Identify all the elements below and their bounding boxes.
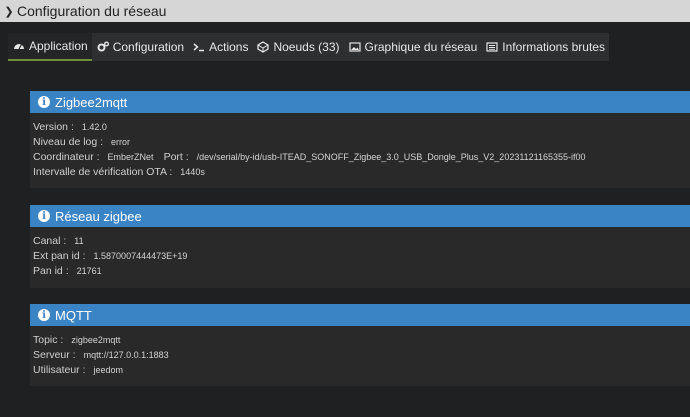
version-value: 1.42.0 xyxy=(81,121,107,132)
info-icon: i xyxy=(38,309,50,321)
dashboard-icon xyxy=(12,39,26,53)
tab-raw-info[interactable]: Informations brutes xyxy=(481,33,609,61)
log-level-value: error xyxy=(111,136,131,147)
user-row: Utilisateur : jeedom xyxy=(33,362,690,377)
topic-value: zigbee2mqtt xyxy=(71,334,121,345)
tab-label: Graphique du réseau xyxy=(364,40,478,54)
page-title: Configuration du réseau xyxy=(17,3,167,19)
ext-pan-id-row: Ext pan id : 1.5870007444473E+19 xyxy=(33,248,690,263)
pan-id-value: 21761 xyxy=(76,265,102,276)
terminal-icon xyxy=(192,40,206,54)
topic-label: Topic : xyxy=(33,333,64,346)
info-icon: i xyxy=(38,96,50,108)
server-label: Serveur : xyxy=(33,348,76,361)
tab-list: Application Configuration Actions Noeuds… xyxy=(8,33,609,61)
topic-row: Topic : zigbee2mqtt xyxy=(33,332,690,347)
tab-configuration[interactable]: Configuration xyxy=(92,33,188,61)
tab-application[interactable]: Application xyxy=(8,33,92,61)
panel-body: Version : 1.42.0 Niveau de log : error C… xyxy=(30,113,690,179)
coordinator-row: Coordinateur : EmberZNet Port : /dev/ser… xyxy=(33,149,690,164)
panel-title: MQTT xyxy=(55,307,92,323)
tab-label: Configuration xyxy=(112,40,185,54)
server-value: mqtt://127.0.0.1:1883 xyxy=(83,349,169,360)
coordinator-label: Coordinateur : xyxy=(33,150,100,163)
coordinator-value: EmberZNet xyxy=(107,151,154,162)
tab-nodes[interactable]: Noeuds (33) xyxy=(252,33,343,61)
ext-pan-id-label: Ext pan id : xyxy=(33,249,86,262)
panel-title: Réseau zigbee xyxy=(55,208,142,224)
list-icon xyxy=(485,40,499,54)
ota-value: 1440s xyxy=(180,166,205,177)
chevron-right-icon[interactable]: ❯ xyxy=(1,5,17,18)
tab-label: Informations brutes xyxy=(502,40,605,54)
port-value: /dev/serial/by-id/usb-ITEAD_SONOFF_Zigbe… xyxy=(196,151,586,162)
tab-bar: Application Configuration Actions Noeuds… xyxy=(0,22,690,62)
panel-zigbee2mqtt: i Zigbee2mqtt Version : 1.42.0 Niveau de… xyxy=(30,91,690,188)
user-value: jeedom xyxy=(93,364,124,375)
panel-header: i MQTT xyxy=(30,304,690,326)
tab-actions[interactable]: Actions xyxy=(188,33,252,61)
ota-label: Intervalle de vérification OTA : xyxy=(33,165,173,178)
panel-body: Topic : zigbee2mqtt Serveur : mqtt://127… xyxy=(30,326,690,377)
title-bar[interactable]: ❯ Configuration du réseau xyxy=(0,0,690,22)
port-label: Port : xyxy=(163,150,189,163)
panel-zigbee-network: i Réseau zigbee Canal : 11 Ext pan id : … xyxy=(30,205,690,288)
image-icon xyxy=(348,40,362,54)
pan-id-row: Pan id : 21761 xyxy=(33,263,690,278)
channel-value: 11 xyxy=(74,235,84,246)
panel-header: i Réseau zigbee xyxy=(30,205,690,227)
user-label: Utilisateur : xyxy=(33,363,86,376)
tab-label: Noeuds (33) xyxy=(273,40,340,54)
channel-row: Canal : 11 xyxy=(33,233,690,248)
pan-id-label: Pan id : xyxy=(33,264,69,277)
cogs-icon xyxy=(96,40,110,54)
log-level-row: Niveau de log : error xyxy=(33,134,690,149)
channel-label: Canal : xyxy=(33,234,67,247)
panel-header: i Zigbee2mqtt xyxy=(30,91,690,113)
version-row: Version : 1.42.0 xyxy=(33,119,690,134)
nodes-icon xyxy=(256,40,270,54)
tab-label: Application xyxy=(29,39,88,53)
log-level-label: Niveau de log : xyxy=(33,135,104,148)
version-label: Version : xyxy=(33,120,74,133)
panel-body: Canal : 11 Ext pan id : 1.5870007444473E… xyxy=(30,227,690,278)
server-row: Serveur : mqtt://127.0.0.1:1883 xyxy=(33,347,690,362)
tab-network-graph[interactable]: Graphique du réseau xyxy=(344,33,482,61)
info-icon: i xyxy=(38,210,50,222)
panel-mqtt: i MQTT Topic : zigbee2mqtt Serveur : mqt… xyxy=(30,304,690,386)
ext-pan-id-value: 1.5870007444473E+19 xyxy=(93,250,188,261)
tab-label: Actions xyxy=(209,40,249,54)
ota-row: Intervalle de vérification OTA : 1440s xyxy=(33,164,690,179)
panel-title: Zigbee2mqtt xyxy=(55,94,128,110)
